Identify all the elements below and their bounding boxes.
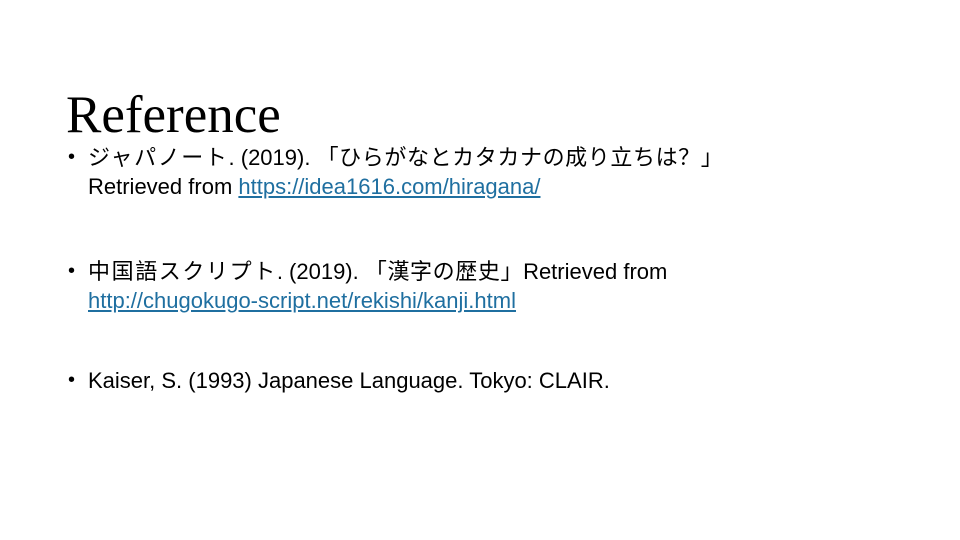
reference-title: 「漢字の歴史」: [364, 259, 524, 284]
reference-url-link[interactable]: http://chugokugo-script.net/rekishi/kanj…: [88, 288, 516, 313]
slide-canvas: Reference • ジャパノート. (2019). 「ひらがなとカタカナの成…: [0, 0, 960, 540]
bullet-marker-icon: •: [68, 146, 76, 168]
retrieved-from-label: Retrieved from: [88, 174, 239, 199]
list-item: • 中国語スクリプト. (2019). 「漢字の歴史」Retrieved fro…: [66, 257, 916, 315]
list-item: • Kaiser, S. (1993) Japanese Language. T…: [66, 366, 916, 395]
bullet-marker-icon: •: [68, 260, 76, 282]
reference-separator: . (2019).: [228, 145, 317, 170]
page-title: Reference: [66, 85, 281, 144]
retrieved-from-label: Retrieved from: [523, 259, 668, 284]
reference-citation: Kaiser, S. (1993) Japanese Language. Tok…: [88, 368, 610, 393]
reference-separator: . (2019).: [276, 259, 365, 284]
reference-author: 中国語スクリプト: [88, 259, 277, 284]
reference-title: 「ひらがなとカタカナの成り立ちは？」: [316, 145, 724, 170]
reference-url-link[interactable]: https://idea1616.com/hiragana/: [238, 174, 540, 199]
reference-list: • ジャパノート. (2019). 「ひらがなとカタカナの成り立ちは？」 Ret…: [66, 143, 916, 395]
bullet-marker-icon: •: [68, 369, 76, 391]
list-item: • ジャパノート. (2019). 「ひらがなとカタカナの成り立ちは？」 Ret…: [66, 143, 916, 201]
reference-author: ジャパノート: [88, 145, 229, 170]
